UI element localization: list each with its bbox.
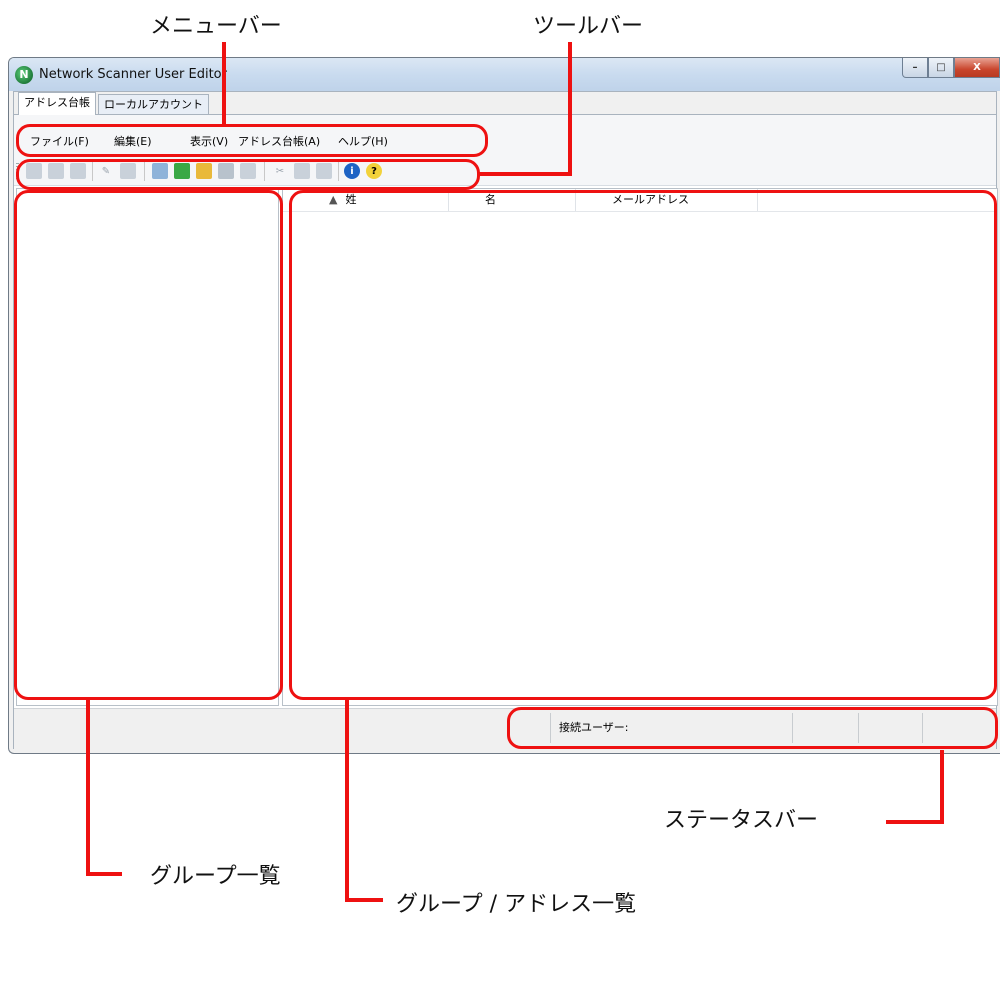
group-list-leader-line-v	[86, 700, 90, 776]
statusbar-annotation: ステータスバー	[664, 808, 819, 833]
statusbar-leader-line-h	[886, 820, 944, 824]
window-controls: – □ X	[902, 58, 1000, 79]
minimize-button[interactable]: –	[902, 58, 928, 78]
title-bar[interactable]: N Network Scanner User Editor – □ X	[9, 58, 1000, 91]
tab-local-account[interactable]: ローカルアカウント	[98, 94, 209, 114]
group-list-annotation: グループ一覧	[150, 864, 281, 889]
toolbar-annotation: ツールバー	[533, 14, 644, 39]
toolbar-leader-line-h	[478, 172, 572, 176]
tab-strip: アドレス台帳 ローカルアカウント	[14, 92, 996, 115]
menubar-leader-line	[222, 42, 226, 125]
address-list-leader-line-h	[345, 898, 383, 902]
address-list-leader-line-v	[345, 700, 349, 902]
toolbar-leader-line-v	[568, 42, 572, 174]
window-title: Network Scanner User Editor	[39, 67, 227, 82]
group-list-leader-line-h	[86, 872, 122, 876]
address-list-callout	[289, 190, 997, 700]
menubar-callout	[16, 124, 488, 157]
maximize-button[interactable]: □	[928, 58, 954, 78]
app-logo-icon: N	[15, 66, 33, 84]
toolbar-callout	[16, 159, 480, 190]
tab-address-book[interactable]: アドレス台帳	[18, 92, 96, 115]
group-list-callout	[14, 190, 283, 700]
statusbar-leader-line-v	[940, 750, 944, 824]
group-address-list-annotation: グループ / アドレス一覧	[396, 892, 637, 917]
menubar-annotation: メニューバー	[150, 14, 282, 39]
statusbar-callout	[507, 707, 998, 749]
group-list-leader-line-v2	[86, 776, 90, 876]
close-button[interactable]: X	[954, 58, 1000, 78]
